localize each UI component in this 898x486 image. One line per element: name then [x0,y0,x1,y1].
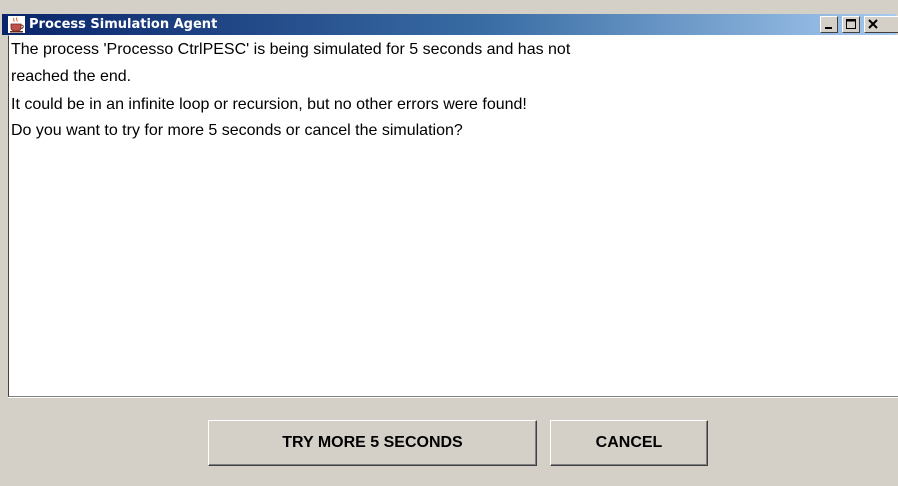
button-bar: TRY MORE 5 SECONDS CANCEL [8,397,898,486]
try-more-button[interactable]: TRY MORE 5 SECONDS [208,420,537,466]
close-icon [868,19,878,29]
maximize-icon [846,19,856,29]
message-line: Do you want to try for more 5 seconds or… [11,122,463,139]
close-button[interactable] [864,16,898,33]
cancel-button[interactable]: CANCEL [550,420,708,466]
message-line: reached the end. [11,68,132,85]
message-text-area: The process 'Processo CtrlPESC' is being… [8,35,898,397]
minimize-icon [825,27,832,29]
message-line: It could be in an infinite loop or recur… [11,96,527,113]
message-line: The process 'Processo CtrlPESC' is being… [11,41,571,58]
window-title: Process Simulation Agent [29,17,218,32]
dialog-window: Process Simulation Agent The process 'Pr… [0,0,898,486]
minimize-button[interactable] [820,16,838,33]
maximize-button[interactable] [842,16,860,33]
title-bar[interactable]: Process Simulation Agent [2,14,898,35]
java-cup-icon[interactable] [8,16,25,33]
